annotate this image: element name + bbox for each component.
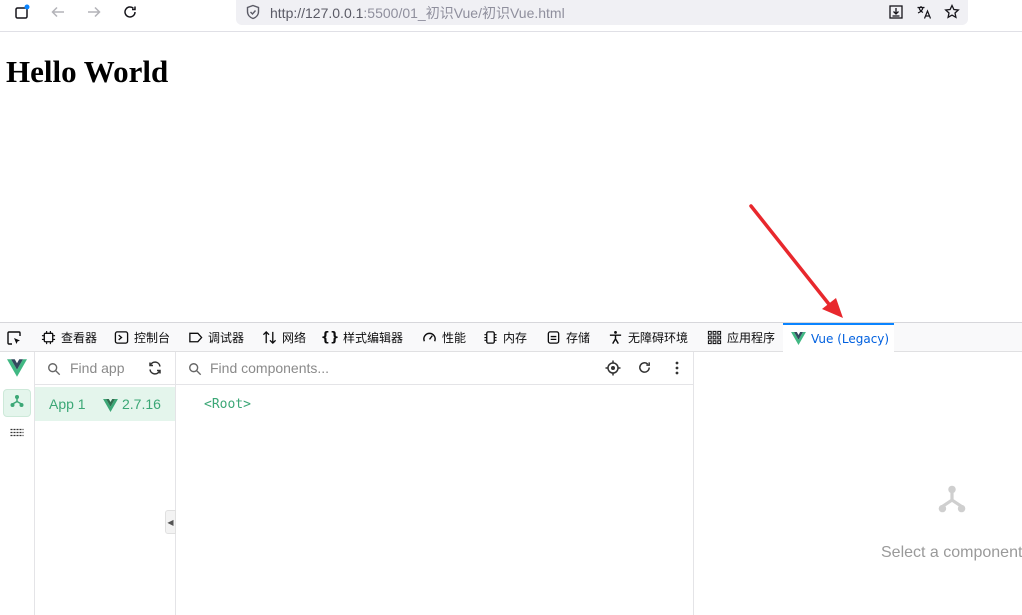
tab-vue-legacy[interactable]: Vue (Legacy) xyxy=(783,323,894,352)
timeline-tab-button[interactable] xyxy=(3,421,31,449)
component-tree-icon xyxy=(935,482,969,520)
more-options-icon[interactable] xyxy=(669,360,685,380)
tab-console[interactable]: 控制台 xyxy=(113,323,170,352)
vue-devtools-panel: Find app App 1 2.7.16 ◀ Find components.… xyxy=(0,352,1022,615)
collapse-apps-handle[interactable]: ◀ xyxy=(165,510,176,534)
tab-debugger[interactable]: 调试器 xyxy=(187,323,244,352)
refresh-apps-icon[interactable] xyxy=(147,360,163,380)
tab-network[interactable]: 网络 xyxy=(261,323,306,352)
reload-icon[interactable] xyxy=(118,0,142,24)
shield-icon[interactable] xyxy=(241,0,265,24)
pick-element-icon xyxy=(6,330,22,346)
vue-side-rail xyxy=(0,352,35,615)
translate-icon[interactable] xyxy=(912,0,936,24)
download-icon[interactable] xyxy=(884,0,908,24)
app-list-item[interactable]: App 1 2.7.16 xyxy=(35,387,175,421)
find-components-input[interactable]: Find components... xyxy=(210,360,329,376)
console-icon xyxy=(113,330,129,346)
forward-icon[interactable] xyxy=(82,0,106,24)
devtools-panel: 查看器 控制台 调试器 网络 {} 样式编辑器 性能 内存 存储 无障碍环境 应… xyxy=(0,322,1022,615)
select-component-in-page-icon[interactable] xyxy=(605,360,621,380)
component-tree-icon xyxy=(9,393,25,413)
find-app-row: Find app xyxy=(35,352,175,385)
root-component-node[interactable]: <Root> xyxy=(204,397,251,412)
component-inspector-column: Select a component xyxy=(694,352,1022,615)
apps-column: Find app App 1 2.7.16 xyxy=(35,352,176,615)
find-components-row: Find components... xyxy=(176,352,693,385)
style-editor-icon: {} xyxy=(320,330,340,345)
inspector-icon xyxy=(40,330,56,346)
tab-application[interactable]: 应用程序 xyxy=(706,323,775,352)
page-heading: Hello World xyxy=(6,54,169,89)
vue-version-logo-icon xyxy=(103,397,118,416)
tab-style-editor[interactable]: {} 样式编辑器 xyxy=(320,323,403,352)
performance-icon xyxy=(421,330,437,346)
tab-performance[interactable]: 性能 xyxy=(421,323,466,352)
tab-manager-icon[interactable] xyxy=(10,0,34,24)
components-tab-button[interactable] xyxy=(3,389,31,417)
bookmark-star-icon[interactable] xyxy=(940,0,964,24)
chevron-left-icon: ◀ xyxy=(167,517,174,527)
memory-icon xyxy=(482,330,498,346)
network-icon xyxy=(261,330,277,346)
accessibility-icon xyxy=(607,330,623,346)
tab-accessibility[interactable]: 无障碍环境 xyxy=(607,323,688,352)
find-app-input[interactable]: Find app xyxy=(70,360,124,376)
url-bar[interactable]: http://127.0.0.1:5500/01_初识Vue/初识Vue.htm… xyxy=(236,0,968,25)
tab-inspector[interactable]: 查看器 xyxy=(40,323,97,352)
vue-logo-icon xyxy=(791,331,806,347)
storage-icon xyxy=(545,330,561,346)
devtools-tab-bar: 查看器 控制台 调试器 网络 {} 样式编辑器 性能 内存 存储 无障碍环境 应… xyxy=(0,323,1022,352)
component-tree-column: Find components... <Root> xyxy=(176,352,694,615)
application-icon xyxy=(706,330,722,346)
url-text: http://127.0.0.1:5500/01_初识Vue/初识Vue.htm… xyxy=(270,5,565,21)
tab-memory[interactable]: 内存 xyxy=(482,323,527,352)
debugger-icon xyxy=(187,330,203,346)
app-name: App 1 xyxy=(49,396,86,412)
refresh-icon[interactable] xyxy=(637,360,652,379)
timeline-icon xyxy=(9,425,25,445)
vue-version: 2.7.16 xyxy=(122,396,161,412)
select-component-message: Select a component xyxy=(881,544,1022,561)
search-icon xyxy=(47,361,61,380)
vue-logo-button[interactable] xyxy=(3,356,31,384)
tab-storage[interactable]: 存储 xyxy=(545,323,590,352)
pick-element-button[interactable] xyxy=(6,323,22,352)
back-icon[interactable] xyxy=(46,0,70,24)
browser-toolbar: http://127.0.0.1:5500/01_初识Vue/初识Vue.htm… xyxy=(0,0,1022,32)
search-icon xyxy=(188,361,202,380)
vue-logo-icon xyxy=(7,359,27,381)
